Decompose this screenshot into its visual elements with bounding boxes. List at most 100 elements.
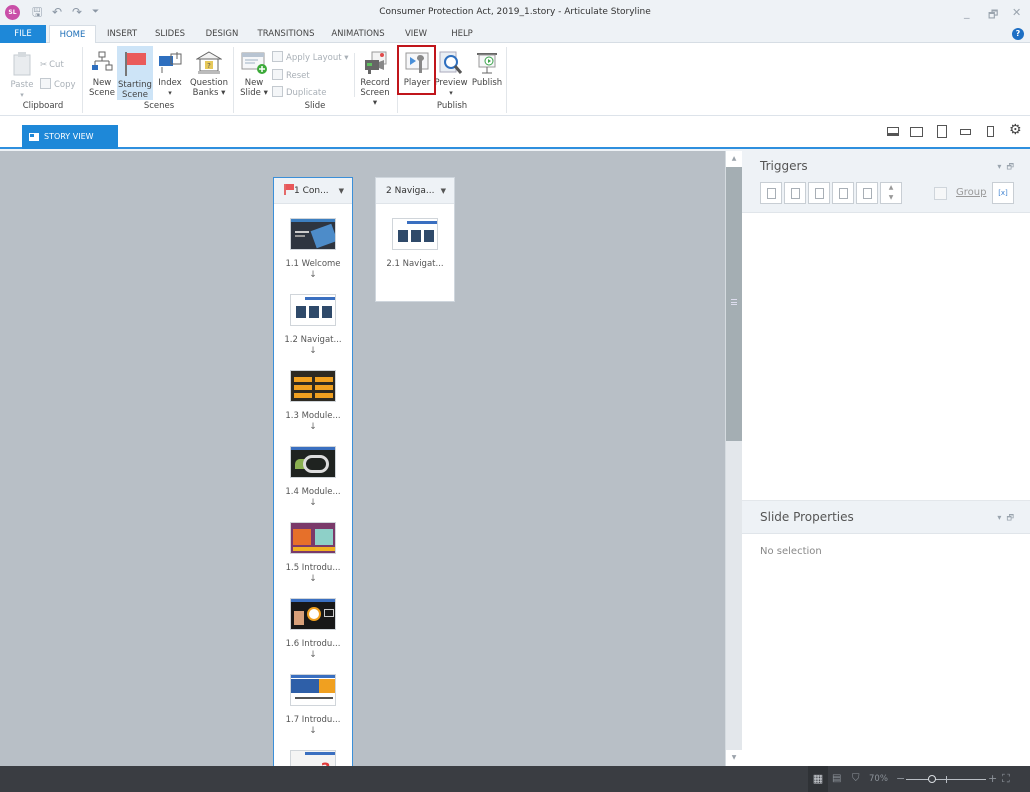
tab-transitions[interactable]: TRANSITIONS [252,25,320,43]
variables-button[interactable]: [x] [992,182,1014,204]
copy-button[interactable]: Copy [40,78,76,91]
vertical-scrollbar[interactable]: ▲ ▼ [725,151,742,766]
chevron-down-icon[interactable]: ▼ [339,178,344,204]
phone-portrait-icon[interactable] [987,126,994,137]
minimize-button[interactable]: _ [964,6,970,19]
tab-animations[interactable]: ANIMATIONS [326,25,390,43]
tab-design[interactable]: DESIGN [198,25,246,43]
panel-options-icon[interactable]: ▾ 🗗 [997,512,1014,526]
move-trigger-button[interactable]: ▲ ▼ [880,182,902,204]
apply-layout-button[interactable]: Apply Layout ▾ [272,51,349,64]
tab-home[interactable]: HOME [49,25,96,44]
cut-button[interactable]: ✂ Cut [40,60,64,71]
paste-trigger-button[interactable] [832,182,854,204]
story-canvas[interactable]: 1 Con... ▼ 1.1 Welcome ↓ 1.2 Navigat... … [0,151,725,766]
player-highlight-annotation [397,45,436,95]
zoom-slider-center-tick [946,776,947,783]
tablet-landscape-icon[interactable] [910,127,923,137]
scene-header[interactable]: 2 Naviga... ▼ [376,178,454,204]
group-label: Group [956,187,987,198]
paste-trigger-icon [839,188,848,199]
reset-button[interactable]: Reset [272,69,310,82]
triggers-panel: Triggers ▾ 🗗 ▲ ▼ Group [x] [742,151,1030,500]
slide-item[interactable]: 1.6 Introdu... ↓ [274,598,352,660]
scrollbar-thumb[interactable] [726,167,742,441]
zoom-in-button[interactable]: + [988,766,997,792]
tab-file[interactable]: FILE [0,25,46,43]
preview-button[interactable]: Preview ▾ [434,51,468,98]
index-button[interactable]: Index ▾ [155,51,185,98]
no-selection-text: No selection [760,546,822,557]
status-bar: ▦ ▤ ⛉ 70% − + ⛶ [0,766,1030,792]
slide-label: 2.1 Navigat... [386,259,444,269]
restore-button[interactable]: 🗗 [988,6,998,25]
new-scene-button[interactable]: New Scene [87,51,117,98]
tab-insert[interactable]: INSERT [100,25,144,43]
slide-item[interactable]: 1.4 Module... ↓ [274,446,352,508]
starting-scene-button[interactable]: Starting Scene [117,46,153,100]
new-scene-icon [92,51,113,71]
tab-view[interactable]: VIEW [396,25,436,43]
index-icon [159,52,182,73]
slide-properties-panel: Slide Properties ▾ 🗗 No selection [742,500,1030,766]
slide-item[interactable]: 1.1 Welcome ↓ [274,218,352,280]
group-checkbox[interactable] [934,187,947,200]
scene-card[interactable]: 2 Naviga... ▼ 2.1 Navigat... [375,177,455,302]
story-view-grid-icon[interactable]: ▦ [808,766,828,792]
slide-item[interactable]: 2.1 Navigat... [376,218,454,269]
publish-button[interactable]: Publish [470,51,504,88]
zoom-slider-thumb[interactable] [927,775,936,783]
slide-thumbnail [290,674,336,706]
delete-trigger-button[interactable] [856,182,878,204]
variables-icon: [x] [998,189,1008,197]
arrow-down-icon: ↓ [309,498,317,508]
slide-label: 1.2 Navigat... [284,335,342,345]
fit-to-window-icon[interactable]: ⛶ [1002,766,1010,792]
scene-header[interactable]: 1 Con... ▼ [274,178,352,204]
edit-trigger-button[interactable] [784,182,806,204]
slide-label: 1.6 Introdu... [285,639,341,649]
scene-card[interactable]: 1 Con... ▼ 1.1 Welcome ↓ 1.2 Navigat... … [273,177,353,766]
slide-properties-title: Slide Properties [760,510,854,524]
phone-landscape-icon[interactable] [960,129,971,135]
slide-item[interactable]: 1.2 Navigat... ↓ [274,294,352,356]
presenter-icon[interactable]: ⛉ [852,766,860,792]
slide-item[interactable]: 1.5 Introdu... ↓ [274,522,352,584]
record-screen-button[interactable]: Record Screen ▾ [357,51,393,108]
desktop-icon[interactable] [887,127,899,136]
copy-trigger-button[interactable] [808,182,830,204]
arrow-down-icon: ↓ [309,650,317,660]
slide-item[interactable]: 1.7 Introdu... ↓ [274,674,352,736]
slide-view-icon[interactable]: ▤ [832,766,841,792]
grip-icon [731,299,737,305]
close-button[interactable]: ✕ [1012,6,1021,19]
slide-item[interactable]: ? [274,750,352,766]
window-title: Consumer Protection Act, 2019_1.story - … [379,7,651,17]
preview-magnifier-icon [439,51,463,74]
new-trigger-button[interactable] [760,182,782,204]
zoom-out-button[interactable]: − [896,766,905,792]
tab-help[interactable]: HELP [442,25,482,43]
help-icon[interactable]: ? [1012,28,1024,40]
slide-thumbnail [290,446,336,478]
chevron-down-icon[interactable]: ▼ [441,178,446,204]
duplicate-button[interactable]: Duplicate [272,86,327,99]
panel-options-icon[interactable]: ▾ 🗗 [997,161,1014,175]
group-separator [82,47,83,113]
question-banks-button[interactable]: ? Question Banks ▾ [189,51,229,98]
reset-icon [272,69,283,80]
tablet-portrait-icon[interactable] [937,125,947,138]
scroll-up-button[interactable]: ▲ [726,151,742,167]
slide-label: 1.4 Module... [285,487,341,497]
slide-item[interactable]: 1.3 Module... ↓ [274,370,352,432]
story-view-tab[interactable]: STORY VIEW [22,125,118,149]
copy-icon [40,78,51,89]
gear-icon[interactable]: ⚙ [1009,122,1022,138]
paste-button[interactable]: Paste ▾ [8,51,36,100]
layout-icon [272,51,283,62]
scroll-down-button[interactable]: ▼ [726,750,742,766]
arrow-down-icon: ↓ [309,346,317,356]
new-slide-button[interactable]: New Slide ▾ [238,51,270,98]
scene-title: 1 Con... [294,186,329,196]
tab-slides[interactable]: SLIDES [148,25,192,43]
